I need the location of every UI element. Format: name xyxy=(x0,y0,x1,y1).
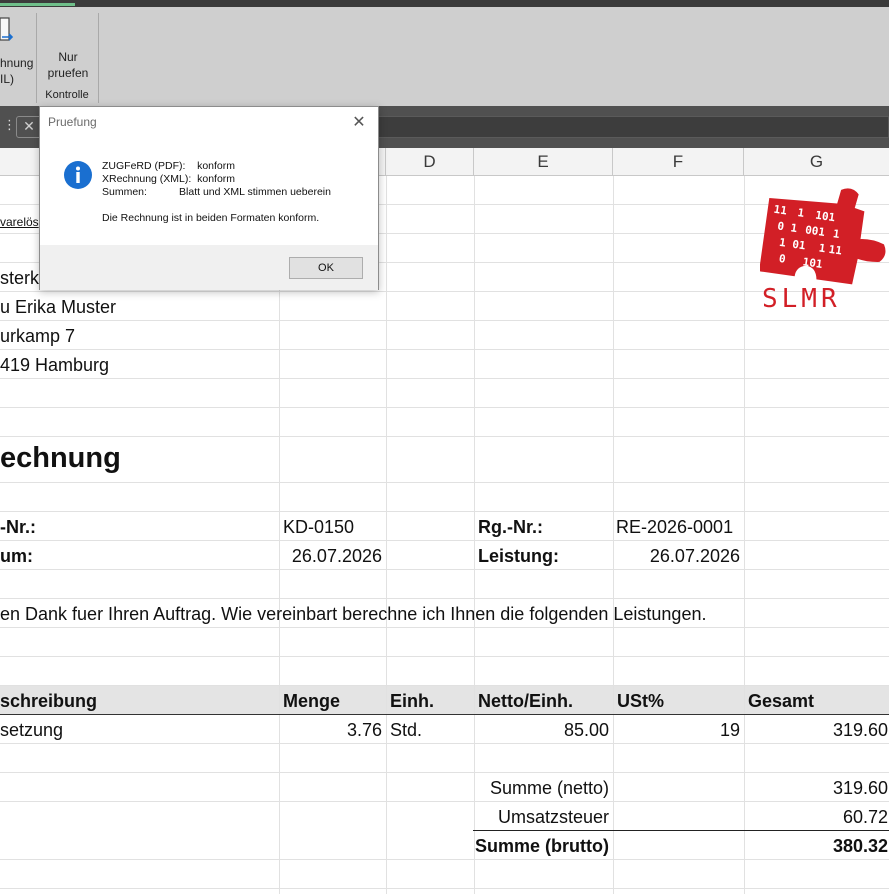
umsatzsteuer-value[interactable]: 60.72 xyxy=(744,807,888,828)
ribbon: hnung IL) Nur pruefen Kontrolle xyxy=(0,7,889,106)
ribbon-group-label: Kontrolle xyxy=(45,89,89,101)
gridline xyxy=(0,511,889,512)
active-tab-indicator xyxy=(0,3,75,6)
invoice-title[interactable]: echnung xyxy=(0,442,121,475)
logo-text: SLMR xyxy=(762,284,841,310)
sender-name-cell[interactable]: varelös xyxy=(0,215,39,229)
recipient-line-3[interactable]: urkamp 7 xyxy=(0,326,75,347)
column-header-e[interactable]: E xyxy=(474,148,613,176)
summe-netto-value[interactable]: 319.60 xyxy=(744,778,888,799)
gridline xyxy=(0,436,889,437)
gridline xyxy=(0,407,889,408)
item-gesamt[interactable]: 319.60 xyxy=(744,720,888,741)
ok-button[interactable]: OK xyxy=(289,257,363,279)
item-menge[interactable]: 3.76 xyxy=(279,720,382,741)
xml-button-label-2: IL) xyxy=(0,72,15,86)
gridline xyxy=(0,569,889,570)
gridline xyxy=(0,656,889,657)
datum-label[interactable]: um: xyxy=(0,546,33,567)
dialog-title: Pruefung xyxy=(48,115,97,129)
svg-text:11: 11 xyxy=(773,203,788,218)
gridline xyxy=(0,291,889,292)
dialog-line-summen: Summen: Blatt und XML stimmen ueberein xyxy=(102,186,331,198)
company-logo[interactable]: 11 1 101 0 1 001 1 1 01 1 11 0 101 SLMR xyxy=(759,184,888,314)
gridline xyxy=(0,378,889,379)
puzzle-logo-icon: 11 1 101 0 1 001 1 1 01 1 11 0 101 SLMR xyxy=(759,188,886,314)
xrechnung-xml-button[interactable]: hnung IL) xyxy=(0,15,36,86)
nur-pruefen-label-2: pruefen xyxy=(47,66,89,80)
col-menge-header[interactable]: Menge xyxy=(283,691,340,712)
kd-nr-label[interactable]: -Nr.: xyxy=(0,517,36,538)
kd-nr-value[interactable]: KD-0150 xyxy=(283,517,354,538)
ribbon-tab-strip xyxy=(0,0,889,7)
recipient-line-2[interactable]: u Erika Muster xyxy=(0,297,116,318)
datum-value[interactable]: 26.07.2026 xyxy=(279,546,382,567)
leistung-value[interactable]: 26.07.2026 xyxy=(613,546,740,567)
col-beschreibung-header[interactable]: schreibung xyxy=(0,691,97,712)
gridline xyxy=(0,598,889,599)
svg-text:101: 101 xyxy=(802,255,824,271)
nur-pruefen-label-1: Nur xyxy=(58,50,78,64)
total-border xyxy=(473,830,889,831)
close-icon[interactable]: ✕ xyxy=(348,111,370,133)
dialog-message: Die Rechnung ist in beiden Formaten konf… xyxy=(102,212,320,224)
svg-text:11: 11 xyxy=(828,243,843,258)
leistung-label[interactable]: Leistung: xyxy=(478,546,559,567)
rg-nr-value[interactable]: RE-2026-0001 xyxy=(616,517,733,538)
xml-export-icon xyxy=(0,17,14,41)
column-header-d[interactable]: D xyxy=(386,148,474,176)
rg-nr-label[interactable]: Rg.-Nr.: xyxy=(478,517,543,538)
info-icon xyxy=(64,161,92,189)
nur-pruefen-button[interactable]: Nur pruefen xyxy=(41,17,95,85)
gridline xyxy=(0,859,889,860)
item-einh[interactable]: Std. xyxy=(390,720,422,741)
item-ust[interactable]: 19 xyxy=(613,720,740,741)
gridline xyxy=(0,627,889,628)
col-gesamt-header[interactable]: Gesamt xyxy=(748,691,814,712)
summe-brutto-value[interactable]: 380.32 xyxy=(744,836,888,857)
more-options-icon[interactable]: ⋮ xyxy=(3,118,16,133)
gridline xyxy=(0,772,889,773)
dialog-line-zugferd: ZUGFeRD (PDF): konform xyxy=(102,160,236,172)
gridline xyxy=(0,801,889,802)
table-header-border xyxy=(0,714,889,715)
gridline xyxy=(0,888,889,889)
intro-text[interactable]: en Dank fuer Ihren Auftrag. Wie vereinba… xyxy=(0,604,706,625)
col-netto-header[interactable]: Netto/Einh. xyxy=(478,691,573,712)
dialog-line-xrechnung: XRechnung (XML): konform xyxy=(102,173,236,185)
column-header-f[interactable]: F xyxy=(613,148,744,176)
ribbon-separator xyxy=(98,13,99,103)
col-einh-header[interactable]: Einh. xyxy=(390,691,434,712)
item-beschreibung[interactable]: setzung xyxy=(0,720,63,741)
umsatzsteuer-label[interactable]: Umsatzsteuer xyxy=(474,807,609,828)
gridline xyxy=(0,743,889,744)
gridline xyxy=(0,349,889,350)
gridline xyxy=(0,482,889,483)
gridline xyxy=(0,685,889,686)
xml-button-label-1: hnung xyxy=(0,56,34,70)
col-ust-header[interactable]: USt% xyxy=(617,691,664,712)
gridline xyxy=(0,320,889,321)
column-header-g[interactable]: G xyxy=(744,148,889,176)
item-netto[interactable]: 85.00 xyxy=(474,720,609,741)
summe-brutto-label[interactable]: Summe (brutto) xyxy=(474,836,609,857)
recipient-line-4[interactable]: 419 Hamburg xyxy=(0,355,109,376)
summe-netto-label[interactable]: Summe (netto) xyxy=(474,778,609,799)
gridline xyxy=(613,176,614,894)
gridline xyxy=(0,540,889,541)
pruefung-dialog: Pruefung ✕ ZUGFeRD (PDF): konform XRechn… xyxy=(39,106,379,290)
gridline xyxy=(386,176,387,894)
